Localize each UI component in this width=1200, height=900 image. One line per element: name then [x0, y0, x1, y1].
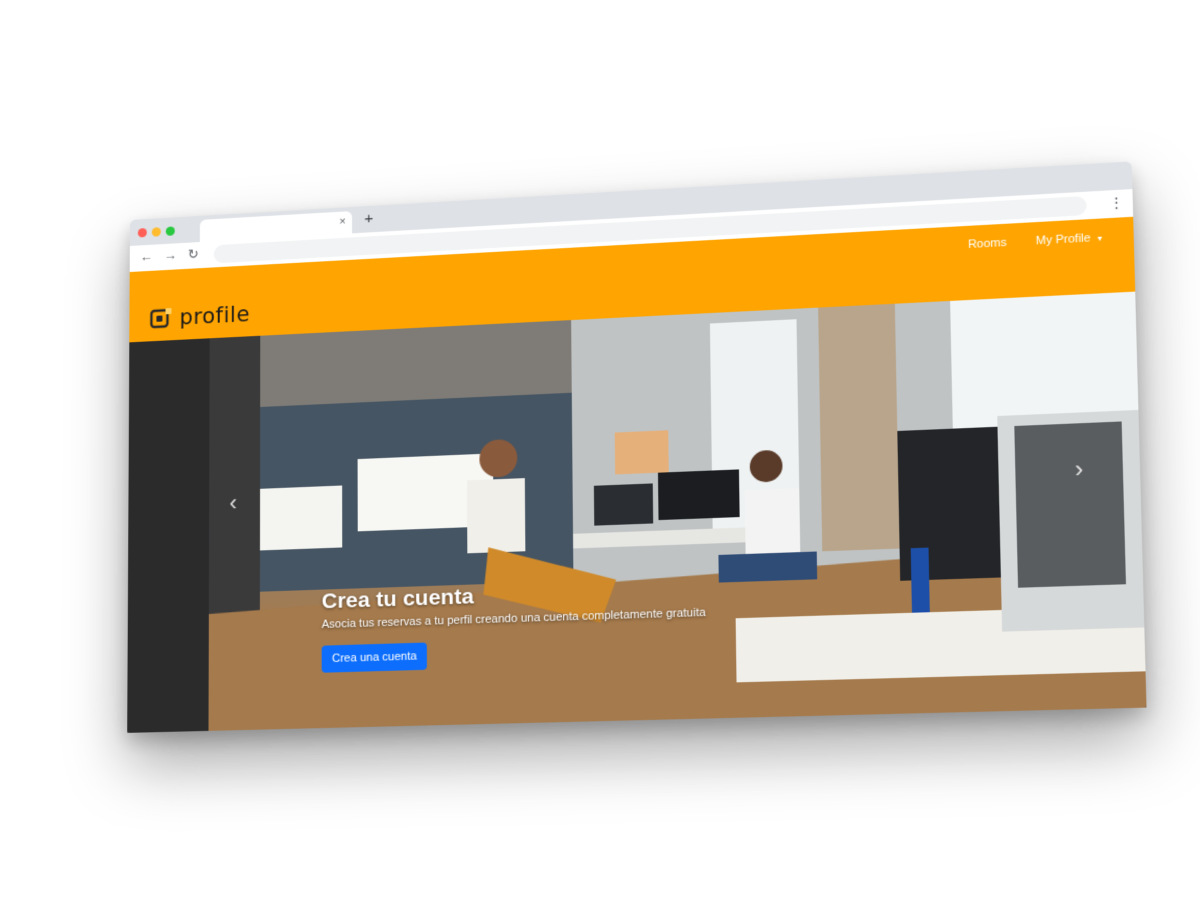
tab-close-icon[interactable]: × — [339, 214, 346, 229]
logo-text: profile — [179, 301, 250, 330]
nav-link-my-profile[interactable]: My Profile ▾ — [1035, 231, 1103, 248]
create-account-button[interactable]: Crea una cuenta — [321, 642, 428, 673]
carousel-prev-icon[interactable]: ‹ — [229, 490, 237, 517]
new-tab-icon[interactable]: + — [364, 210, 373, 229]
mockup-stage: × + ← → ↻ ⋮ Rooms My Profile ▾ profile ‹… — [0, 0, 1200, 900]
nav-link-rooms[interactable]: Rooms — [968, 236, 1007, 251]
logo-icon — [149, 306, 173, 331]
hero-carousel: ‹ › Crea tu cuenta Asocia tus reservas a… — [127, 291, 1147, 733]
office-photo — [127, 291, 1147, 733]
nav-links: Rooms My Profile ▾ — [968, 231, 1102, 251]
reload-icon[interactable]: ↻ — [188, 246, 199, 263]
forward-icon[interactable]: → — [164, 247, 177, 264]
browser-menu-icon[interactable]: ⋮ — [1109, 194, 1124, 212]
chevron-down-icon: ▾ — [1097, 233, 1103, 244]
carousel-next-icon[interactable]: › — [1074, 455, 1083, 483]
carousel-caption: Crea tu cuenta Asocia tus reservas a tu … — [322, 577, 707, 673]
nav-link-my-profile-label: My Profile — [1035, 231, 1091, 248]
back-icon[interactable]: ← — [140, 249, 153, 266]
browser-window: × + ← → ↻ ⋮ Rooms My Profile ▾ profile ‹… — [127, 161, 1147, 733]
close-window-button[interactable] — [137, 228, 147, 238]
web-page: Rooms My Profile ▾ profile ‹ › Crea tu c… — [127, 216, 1147, 733]
brand-logo[interactable]: profile — [149, 302, 250, 331]
minimize-window-button[interactable] — [151, 227, 161, 237]
maximize-window-button[interactable] — [165, 226, 175, 236]
